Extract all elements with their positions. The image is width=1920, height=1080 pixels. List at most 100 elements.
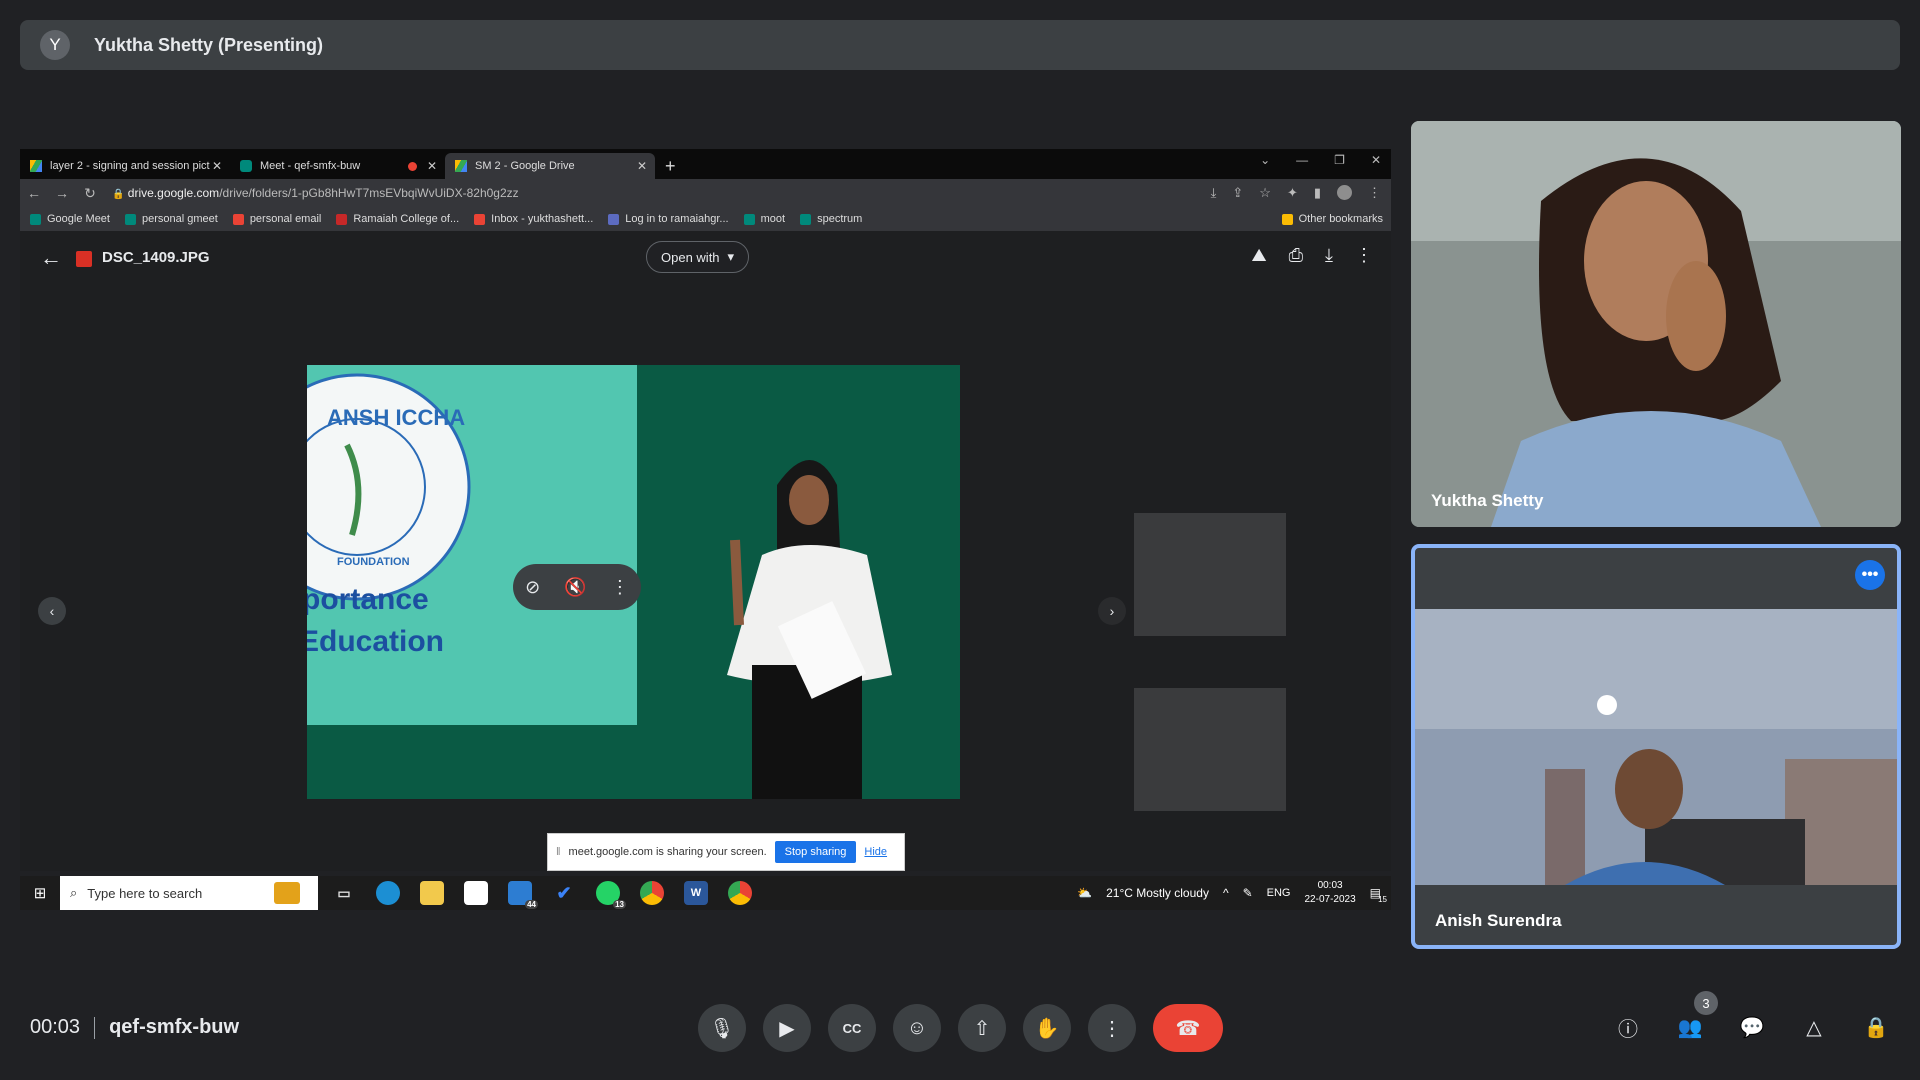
file-explorer-icon[interactable] bbox=[420, 881, 444, 905]
banner-line-2: Education bbox=[307, 625, 444, 658]
browser-tab-meet[interactable]: Meet - qef-smfx-buw ✕ bbox=[230, 153, 445, 179]
tab-title: SM 2 - Google Drive bbox=[475, 160, 575, 172]
more-actions-icon[interactable]: ⋮ bbox=[1355, 245, 1373, 266]
close-icon[interactable]: ✕ bbox=[212, 159, 222, 173]
chat-icon[interactable]: 💬 bbox=[1738, 1013, 1766, 1041]
address-bar[interactable]: 🔒 drive.google.com/drive/folders/1-pGb8h… bbox=[112, 186, 519, 200]
raise-hand-icon[interactable]: ✋ bbox=[1023, 1004, 1071, 1052]
bookmark-spectrum[interactable]: spectrum bbox=[800, 213, 862, 225]
next-button[interactable]: › bbox=[1098, 597, 1126, 625]
pen-icon[interactable]: ✎ bbox=[1243, 886, 1253, 900]
windows-start-icon[interactable]: ⊞ bbox=[20, 884, 60, 902]
host-controls-icon[interactable]: 🔒 bbox=[1862, 1013, 1890, 1041]
mute-icon[interactable]: 🔇 bbox=[564, 577, 586, 598]
bookmark-inbox[interactable]: Inbox - yukthashett... bbox=[474, 213, 593, 225]
more-icon[interactable]: ⋮ bbox=[611, 577, 629, 598]
bookmark-label: Log in to ramaiahgr... bbox=[625, 213, 729, 225]
drag-handle-icon[interactable]: ‖ bbox=[556, 846, 561, 858]
microphone-icon[interactable]: 🎙 bbox=[698, 1004, 746, 1052]
add-shortcut-icon[interactable]: ⛰ bbox=[1252, 245, 1267, 266]
print-icon[interactable]: ⎙ bbox=[1289, 245, 1303, 266]
close-icon[interactable]: ✕ bbox=[637, 159, 647, 173]
more-options-icon[interactable]: ••• bbox=[1855, 560, 1885, 590]
weather-text[interactable]: 21°C Mostly cloudy bbox=[1106, 886, 1209, 900]
browser-tab-drive[interactable]: SM 2 - Google Drive ✕ bbox=[445, 153, 655, 179]
browser-tab-layer2[interactable]: layer 2 - signing and session pict ✕ bbox=[20, 153, 230, 179]
close-window-icon[interactable]: ✕ bbox=[1371, 153, 1381, 167]
unpin-icon[interactable]: ⊘ bbox=[525, 577, 540, 598]
reload-icon[interactable]: ↻ bbox=[76, 185, 104, 202]
bookmark-google-meet[interactable]: Google Meet bbox=[30, 213, 110, 225]
store-icon[interactable] bbox=[464, 881, 488, 905]
side-panel-icon[interactable]: ▮ bbox=[1314, 185, 1321, 201]
clock[interactable]: 00:03 22-07-2023 bbox=[1305, 879, 1356, 907]
language-indicator[interactable]: ENG bbox=[1267, 887, 1291, 899]
camera-icon[interactable]: ▶ bbox=[763, 1004, 811, 1052]
present-icon[interactable]: ⇧ bbox=[958, 1004, 1006, 1052]
gmail-icon bbox=[474, 213, 486, 225]
info-icon[interactable]: ⓘ bbox=[1614, 1013, 1642, 1041]
presenter-avatar: Y bbox=[40, 30, 70, 60]
call-controls: 🎙 ▶ CC ☺ ⇧ ✋ ⋮ ☎ bbox=[698, 1004, 1223, 1052]
bookmark-login[interactable]: Log in to ramaiahgr... bbox=[608, 213, 729, 225]
image-file-icon bbox=[76, 251, 92, 267]
tray-expand-icon[interactable]: ^ bbox=[1223, 886, 1229, 900]
people-icon[interactable]: 👥 3 bbox=[1676, 991, 1718, 1041]
word-icon[interactable]: W bbox=[684, 881, 708, 905]
mail-icon[interactable]: 44 bbox=[508, 881, 538, 909]
whatsapp-count: 13 bbox=[613, 900, 626, 909]
whatsapp-icon[interactable]: 13 bbox=[596, 881, 626, 909]
end-call-icon[interactable]: ☎ bbox=[1153, 1004, 1223, 1052]
chrome-icon[interactable] bbox=[640, 881, 664, 905]
search-placeholder: Type here to search bbox=[87, 885, 203, 901]
extensions-icon[interactable]: ✦ bbox=[1287, 185, 1298, 201]
shared-screen: layer 2 - signing and session pict ✕ Mee… bbox=[20, 149, 1391, 920]
open-with-button[interactable]: Open with ▾ bbox=[646, 241, 750, 273]
share-icon[interactable]: ⇪ bbox=[1232, 185, 1243, 201]
drive-icon bbox=[455, 160, 467, 172]
forward-icon[interactable]: → bbox=[48, 185, 76, 201]
stop-sharing-button[interactable]: Stop sharing bbox=[774, 841, 857, 863]
new-tab-icon[interactable]: + bbox=[665, 153, 676, 179]
captions-icon[interactable]: CC bbox=[828, 1004, 876, 1052]
notification-icon[interactable]: ▤ 15 bbox=[1370, 886, 1387, 904]
browser-menu-icon[interactable]: ⋮ bbox=[1368, 185, 1381, 201]
bookmark-personal-email[interactable]: personal email bbox=[232, 213, 321, 225]
close-icon[interactable]: ✕ bbox=[427, 159, 437, 173]
download-icon[interactable]: ⤓ bbox=[1325, 245, 1333, 266]
minimize-icon[interactable]: — bbox=[1296, 153, 1308, 167]
task-view-icon[interactable]: ▭ bbox=[332, 881, 356, 905]
back-icon[interactable]: ← bbox=[20, 185, 48, 201]
folder-icon bbox=[1281, 213, 1293, 225]
weather-icon: ⛅ bbox=[1077, 886, 1093, 900]
activities-icon[interactable]: △ bbox=[1800, 1013, 1828, 1041]
participant-name: Yuktha Shetty bbox=[1431, 491, 1544, 510]
hide-link[interactable]: Hide bbox=[864, 846, 887, 858]
back-arrow-icon[interactable]: ← bbox=[40, 245, 62, 271]
profile-icon[interactable] bbox=[1337, 185, 1352, 200]
bookmark-label: Ramaiah College of... bbox=[353, 213, 460, 225]
room-graphic bbox=[1415, 609, 1897, 885]
participant-tile-anish[interactable]: ••• Anish Surendra bbox=[1411, 544, 1901, 949]
previous-button[interactable]: ‹ bbox=[38, 597, 66, 625]
chrome-profile-icon[interactable] bbox=[728, 881, 752, 905]
more-options-icon[interactable]: ⋮ bbox=[1088, 1004, 1136, 1052]
bookmark-ramaiah[interactable]: Ramaiah College of... bbox=[336, 213, 459, 225]
tab-search-icon[interactable]: ⌄ bbox=[1260, 153, 1270, 167]
bookmark-moot[interactable]: moot bbox=[743, 213, 785, 225]
meet-icon bbox=[124, 213, 136, 225]
emoji-icon[interactable]: ☺ bbox=[893, 1004, 941, 1052]
bookmark-personal-gmeet[interactable]: personal gmeet bbox=[124, 213, 218, 225]
todo-icon[interactable]: ✔ bbox=[552, 881, 576, 905]
star-icon[interactable]: ☆ bbox=[1259, 185, 1271, 201]
clock-date: 22-07-2023 bbox=[1304, 894, 1356, 905]
restore-icon[interactable]: ❐ bbox=[1334, 153, 1345, 167]
browser-toolbar: ⤓ ⇪ ☆ ✦ ▮ ⋮ bbox=[1211, 185, 1381, 201]
edge-icon[interactable] bbox=[376, 881, 400, 905]
tab-title: Meet - qef-smfx-buw bbox=[260, 160, 361, 172]
taskbar-search[interactable]: ⌕ Type here to search bbox=[60, 876, 318, 910]
other-bookmarks[interactable]: Other bookmarks bbox=[1281, 213, 1383, 225]
participant-tile-yuktha[interactable]: Yuktha Shetty bbox=[1411, 121, 1901, 527]
install-icon[interactable]: ⤓ bbox=[1211, 185, 1217, 201]
briefcase-icon bbox=[274, 882, 300, 904]
